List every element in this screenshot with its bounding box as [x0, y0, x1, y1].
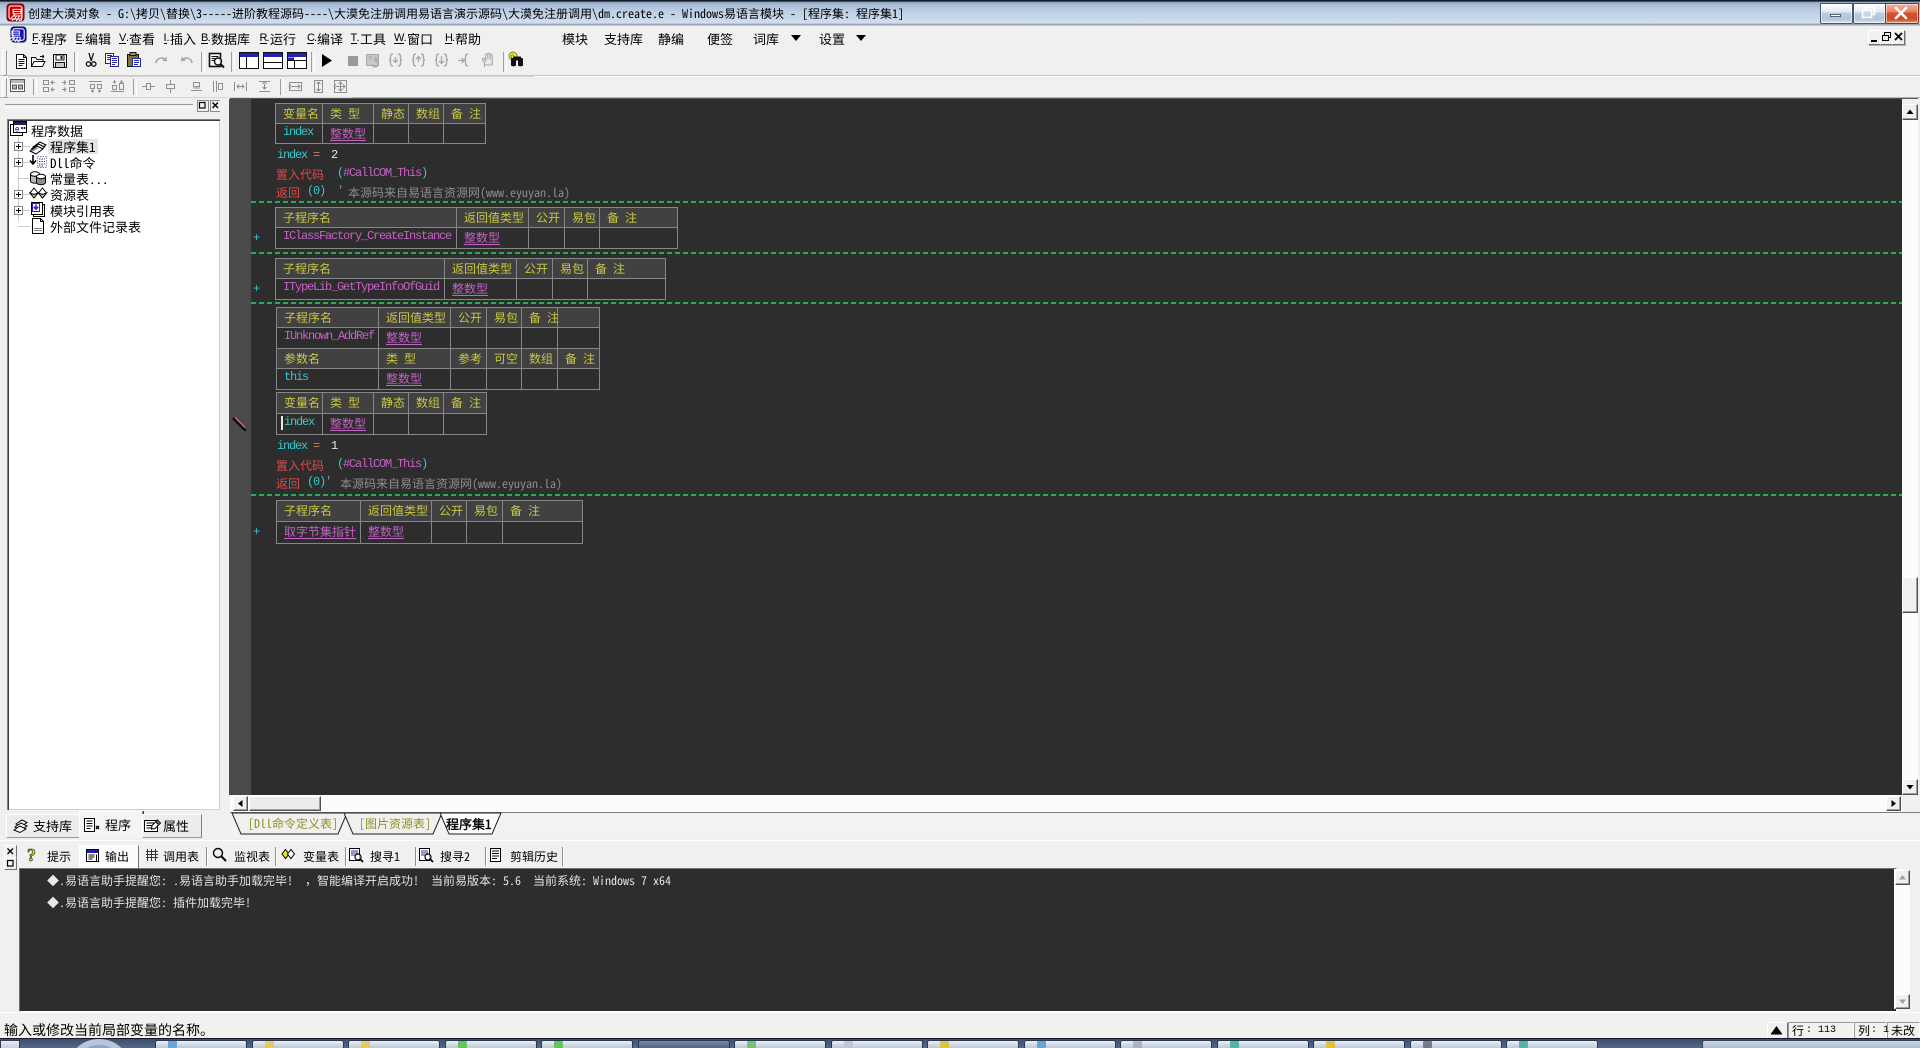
svg-text:?: ?: [27, 845, 36, 865]
svg-text:e: e: [15, 125, 20, 134]
